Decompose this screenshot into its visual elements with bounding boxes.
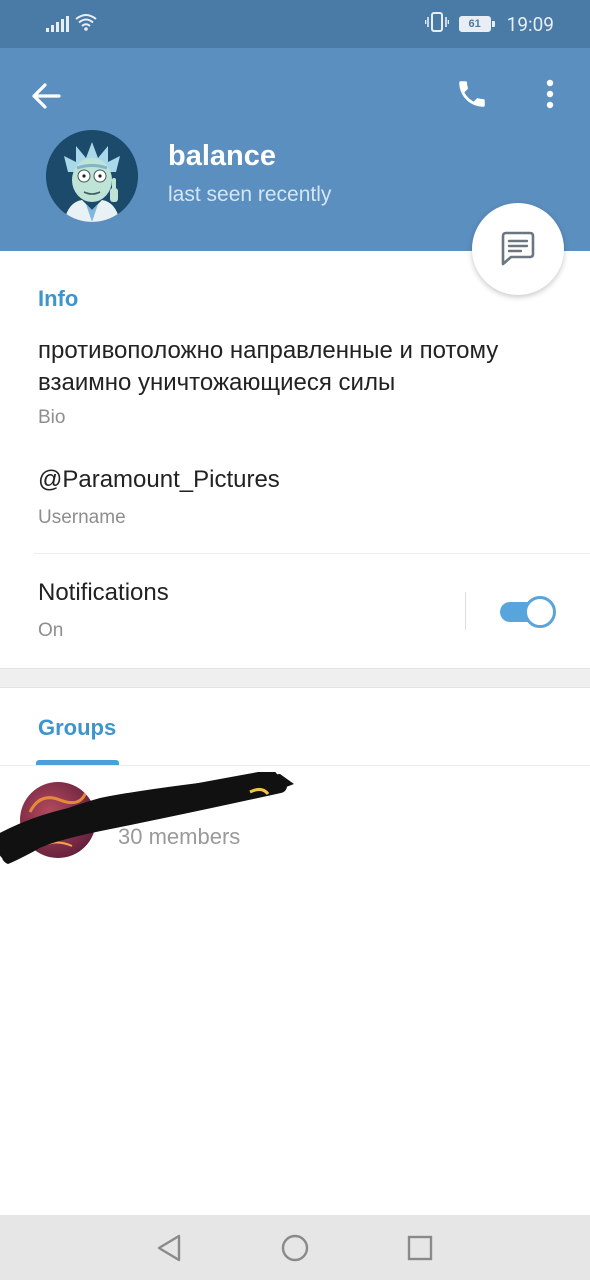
username-value[interactable]: @Paramount_Pictures: [38, 464, 280, 496]
wifi-icon: [75, 13, 97, 35]
group-list-item[interactable]: 30 members: [0, 772, 590, 864]
back-arrow-icon: [32, 83, 61, 109]
message-icon: [501, 231, 535, 266]
info-title: Info: [38, 286, 79, 311]
tab-divider: [0, 765, 590, 766]
phone-icon: [459, 81, 485, 107]
status-bar: 61 19:09: [0, 0, 590, 48]
bio-label: Bio: [38, 407, 66, 428]
more-vert-icon: [546, 79, 554, 109]
nav-home-icon: [281, 1234, 309, 1262]
status-time: 19:09: [506, 12, 554, 36]
back-button[interactable]: [28, 78, 64, 114]
section-gap: [0, 668, 590, 688]
notifications-label[interactable]: Notifications: [38, 577, 169, 609]
nav-home-button[interactable]: [278, 1231, 312, 1265]
nav-back-button[interactable]: [152, 1231, 186, 1265]
toggle-separator: [465, 592, 466, 630]
profile-screen: 61 19:09 balance last seen recently Info…: [0, 0, 590, 1280]
notifications-value: On: [38, 620, 64, 641]
more-options-button[interactable]: [532, 74, 568, 114]
info-divider: [34, 553, 590, 554]
groups-section: Groups 30 members: [0, 688, 590, 1215]
redaction-scribble: [0, 772, 294, 864]
username-label: Username: [38, 507, 126, 528]
avatar-image: [46, 130, 138, 222]
status-right: 61 19:09: [424, 11, 554, 37]
send-message-button[interactable]: [472, 203, 564, 295]
toggle-knob: [524, 596, 556, 628]
nav-recents-button[interactable]: [403, 1231, 437, 1265]
profile-avatar[interactable]: [46, 130, 138, 222]
nav-recents-icon: [407, 1235, 433, 1261]
profile-last-seen: last seen recently: [168, 183, 332, 206]
vibrate-icon: [424, 11, 449, 37]
notifications-toggle[interactable]: [500, 596, 556, 628]
profile-name: balance: [168, 140, 276, 172]
status-left: [46, 13, 97, 35]
system-nav-bar: [0, 1215, 590, 1280]
nav-back-icon: [157, 1234, 181, 1262]
bio-value[interactable]: противоположно направленные и потому вза…: [38, 335, 558, 399]
battery-icon: 61: [458, 16, 495, 32]
tab-groups[interactable]: Groups: [38, 715, 116, 741]
signal-icon: [46, 16, 69, 32]
call-button[interactable]: [452, 74, 492, 114]
